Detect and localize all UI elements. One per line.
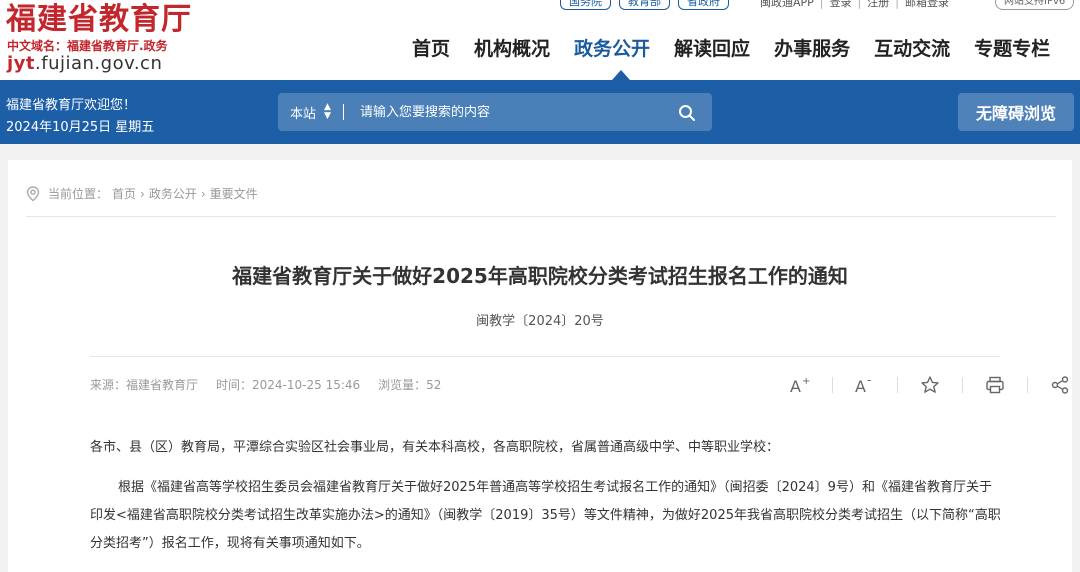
welcome-text: 福建省教育厅欢迎您！ (6, 98, 137, 113)
font-increase-icon[interactable]: A + (786, 373, 814, 397)
link-login[interactable]: 登录 (830, 0, 852, 10)
breadcrumb: 当前位置： 首页 › 政务公开 › 重要文件 (26, 185, 258, 202)
svg-text:A: A (855, 377, 866, 395)
breadcrumb-separator: › (200, 186, 206, 201)
search-scope-select[interactable]: 本站 ▲ ▼ (290, 103, 331, 122)
separator: | (895, 0, 899, 9)
main-nav: 首页 机构概况 政务公开 解读回应 办事服务 互动交流 专题专栏 (412, 34, 1050, 61)
separator: | (857, 0, 862, 9)
site-logo-title[interactable]: 福建省教育厅 (6, 0, 192, 38)
breadcrumb-important-docs[interactable]: 重要文件 (210, 185, 258, 202)
breadcrumb-prefix: 当前位置： (48, 187, 109, 201)
article-source: 来源：福建省教育厅 (90, 378, 199, 392)
divider (90, 356, 1000, 357)
article-paragraph-salutation: 各市、县（区）教育局，平潭综合实验区社会事业局，有关本科高校，各高职院校，省属普… (90, 440, 780, 455)
breadcrumb-gov-affairs[interactable]: 政务公开 (149, 185, 197, 202)
search-bar-strip: 福建省教育厅欢迎您！ 2024年10月25日 星期五 本站 ▲▼ 无障碍浏览 (0, 80, 1080, 144)
site-header: 福建省教育厅 中文域名：福建省教育厅.政务 jyt.fujian.gov.cn … (0, 0, 1080, 80)
article-toolbar: A + A- (786, 373, 1074, 397)
link-state-council[interactable]: 国务院 (560, 0, 611, 10)
nav-interaction[interactable]: 互动交流 (874, 34, 950, 61)
article-views: 浏览量：52 (378, 378, 442, 392)
toolbar-separator (897, 377, 898, 393)
top-links-user: 闽政通APP | 登录 | 注册 | 邮箱登录 (760, 0, 949, 10)
article-panel: 当前位置： 首页 › 政务公开 › 重要文件 福建省教育厅关于做好2025年高职… (8, 160, 1072, 572)
ipv6-badge: 网站支持IPv6 (995, 0, 1075, 10)
search-divider (342, 104, 344, 120)
toolbar-separator (832, 377, 833, 393)
favorite-icon[interactable] (916, 373, 944, 397)
search-scope-label: 本站 (290, 106, 317, 122)
location-pin-icon (26, 185, 40, 202)
link-mzt-app[interactable]: 闽政通APP (760, 0, 814, 10)
link-provincial-gov[interactable]: 省政府 (678, 0, 729, 10)
logo-url-prefix: jyt (7, 53, 36, 74)
nav-about[interactable]: 机构概况 (474, 34, 550, 61)
nav-interpretation[interactable]: 解读回应 (674, 34, 750, 61)
svg-text:+: + (802, 376, 810, 387)
share-icon[interactable] (1046, 373, 1074, 397)
link-ministry-education[interactable]: 教育部 (619, 0, 670, 10)
site-logo-url: jyt.fujian.gov.cn (7, 53, 162, 74)
search-icon[interactable] (678, 104, 696, 126)
link-register[interactable]: 注册 (867, 0, 889, 10)
site-logo-domain: 中文域名：福建省教育厅.政务 (7, 39, 168, 53)
article-time: 时间：2024-10-25 15:46 (216, 378, 361, 392)
current-date: 2024年10月25日 星期五 (6, 120, 155, 135)
link-mail-login[interactable]: 邮箱登录 (905, 0, 949, 10)
breadcrumb-home[interactable]: 首页 (112, 185, 136, 202)
nav-services[interactable]: 办事服务 (774, 34, 850, 61)
top-links-gov: 国务院 教育部 省政府 (560, 0, 729, 10)
nav-gov-affairs[interactable]: 政务公开 (574, 34, 650, 61)
toolbar-separator (1027, 377, 1028, 393)
breadcrumb-separator: › (140, 186, 145, 201)
search-box: 本站 ▲ ▼ (278, 93, 712, 131)
svg-text:A: A (790, 377, 801, 395)
article-meta: 来源：福建省教育厅 时间：2024-10-25 15:46 浏览量：52 (90, 376, 441, 393)
accessibility-button[interactable]: 无障碍浏览 (958, 93, 1074, 131)
svg-text:-: - (867, 375, 871, 387)
logo-url-suffix: .fujian.gov.cn (35, 53, 163, 74)
nav-home[interactable]: 首页 (412, 34, 450, 61)
toolbar-separator (962, 377, 963, 393)
article-paragraph-body: 根据《福建省高等学校招生委员会福建省教育厅关于做好2025年普通高等学校招生考试… (90, 480, 1001, 551)
nav-active-indicator (612, 70, 630, 80)
article-title: 福建省教育厅关于做好2025年高职院校分类考试招生报名工作的通知 (232, 264, 848, 288)
search-input[interactable] (359, 104, 660, 120)
separator: | (819, 0, 824, 9)
document-number: 闽教学〔2024〕20号 (476, 314, 604, 329)
print-icon[interactable] (981, 373, 1009, 397)
divider (26, 216, 1056, 217)
sort-arrows-icon: ▲ ▼ (324, 102, 331, 121)
nav-topics[interactable]: 专题专栏 (974, 34, 1050, 61)
font-decrease-icon[interactable]: A- (851, 373, 879, 397)
